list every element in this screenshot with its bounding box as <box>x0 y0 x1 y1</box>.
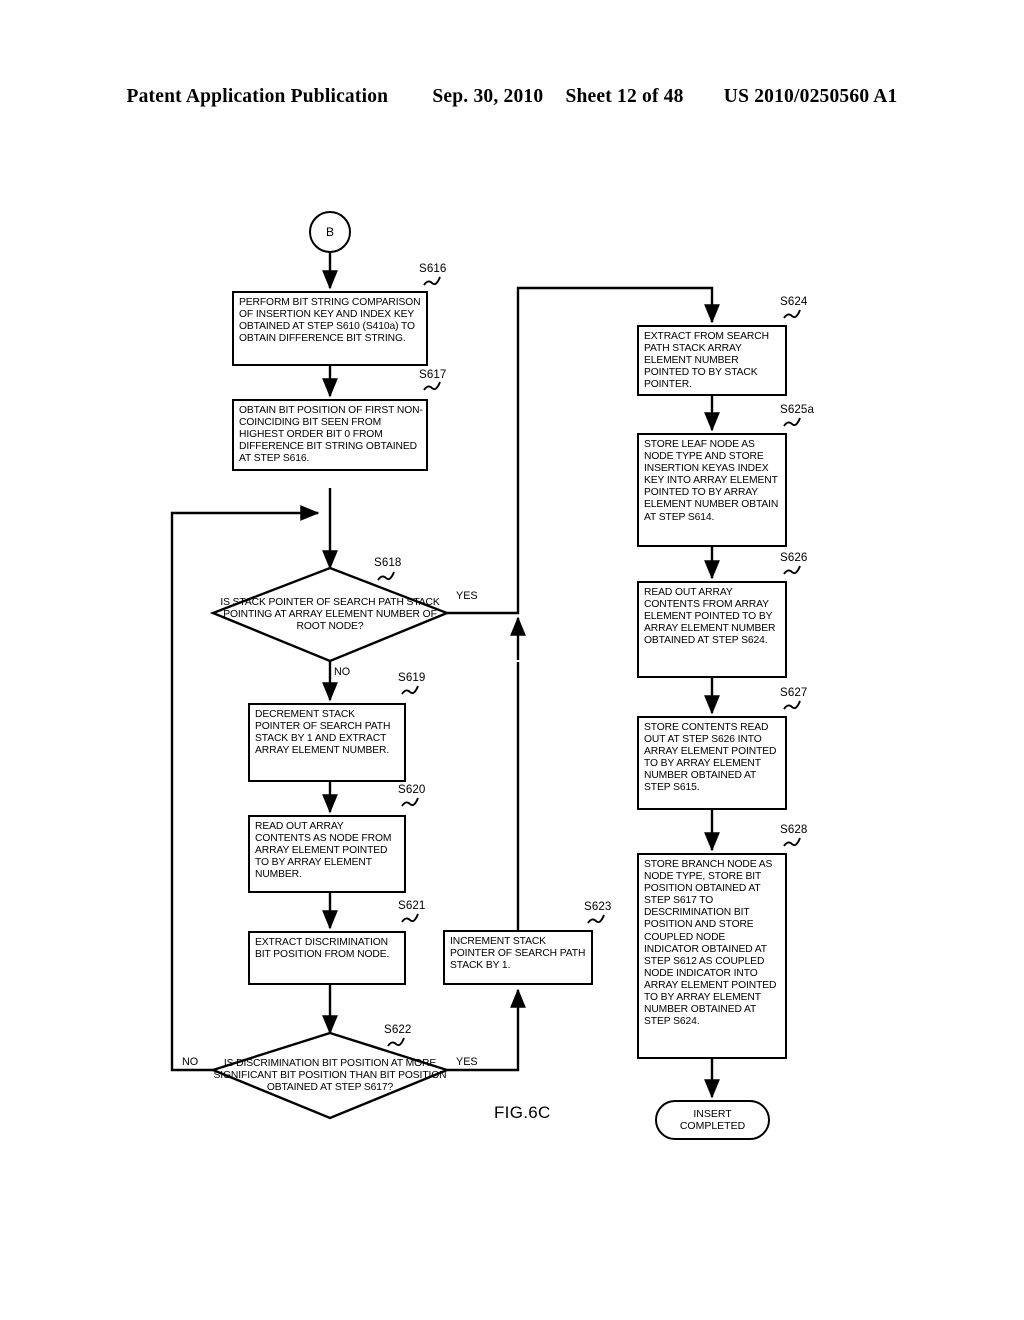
node-s617-text: OBTAIN BIT POSITION OF FIRST NON-COINCID… <box>239 405 423 465</box>
node-s622: IS DISCRIMINATION BIT POSITION AT MORE S… <box>213 1033 447 1118</box>
step-ref-s626: S626 <box>780 551 808 564</box>
branch-label-s622-yes: YES <box>456 1056 478 1068</box>
node-s625a: STORE LEAF NODE AS NODE TYPE AND STORE I… <box>637 433 787 547</box>
step-ref-s618: S618 <box>374 556 402 569</box>
step-ref-s616: S616 <box>419 262 447 275</box>
node-s628: STORE BRANCH NODE AS NODE TYPE, STORE BI… <box>637 853 787 1059</box>
node-s620: READ OUT ARRAY CONTENTS AS NODE FROM ARR… <box>248 815 406 893</box>
node-s616: PERFORM BIT STRING COMPARISON OF INSERTI… <box>232 291 428 366</box>
step-ref-s627: S627 <box>780 686 808 699</box>
node-s619-text: DECREMENT STACK POINTER OF SEARCH PATH S… <box>255 709 391 757</box>
node-s619: DECREMENT STACK POINTER OF SEARCH PATH S… <box>248 703 406 782</box>
node-s627: STORE CONTENTS READ OUT AT STEP S626 INT… <box>637 716 787 810</box>
node-s623-text: INCREMENT STACK POINTER OF SEARCH PATH S… <box>450 936 586 972</box>
node-insert-completed: INSERT COMPLETED <box>655 1100 770 1140</box>
step-ref-s628: S628 <box>780 823 808 836</box>
branch-label-s622-no: NO <box>182 1056 199 1068</box>
node-s616-text: PERFORM BIT STRING COMPARISON OF INSERTI… <box>239 297 421 345</box>
node-s627-text: STORE CONTENTS READ OUT AT STEP S626 INT… <box>644 722 777 794</box>
node-s624-text: EXTRACT FROM SEARCH PATH STACK ARRAY ELE… <box>644 331 769 391</box>
node-s618-text: IS STACK POINTER OF SEARCH PATH STACK PO… <box>220 596 440 632</box>
node-s621: EXTRACT DISCRIMINATION BIT POSITION FROM… <box>248 931 406 985</box>
branch-label-s618-no: NO <box>334 666 351 678</box>
node-s623: INCREMENT STACK POINTER OF SEARCH PATH S… <box>443 930 593 985</box>
node-s622-text: IS DISCRIMINATION BIT POSITION AT MORE S… <box>213 1057 447 1093</box>
connector-b-label: B <box>325 225 334 239</box>
node-s625a-text: STORE LEAF NODE AS NODE TYPE AND STORE I… <box>644 439 779 523</box>
branch-label-s618-yes: YES <box>456 590 478 602</box>
step-ref-s621: S621 <box>398 899 426 912</box>
node-s620-text: READ OUT ARRAY CONTENTS AS NODE FROM ARR… <box>255 821 392 881</box>
step-ref-s619: S619 <box>398 671 426 684</box>
connector-b: B <box>309 211 351 253</box>
node-s628-text: STORE BRANCH NODE AS NODE TYPE, STORE BI… <box>644 859 777 1028</box>
step-ref-s622: S622 <box>384 1023 412 1036</box>
terminator-line-2: COMPLETED <box>679 1120 746 1132</box>
step-ref-s623: S623 <box>584 900 612 913</box>
flowchart-fig-6c: B PERFORM BIT STRING COMPARISON OF INSER… <box>0 0 1024 1320</box>
figure-caption: FIG.6C <box>494 1103 551 1122</box>
step-ref-s617: S617 <box>419 368 447 381</box>
terminator-line-1: INSERT <box>693 1107 732 1120</box>
node-s626: READ OUT ARRAY CONTENTS FROM ARRAY ELEME… <box>637 581 787 678</box>
step-ref-s624: S624 <box>780 295 808 308</box>
step-ref-s620: S620 <box>398 783 426 796</box>
patent-drawing-page: Patent Application Publication Sep. 30, … <box>0 0 1024 1320</box>
node-s626-text: READ OUT ARRAY CONTENTS FROM ARRAY ELEME… <box>644 587 776 647</box>
step-ref-s625a: S625a <box>780 403 815 416</box>
node-s624: EXTRACT FROM SEARCH PATH STACK ARRAY ELE… <box>637 325 787 396</box>
node-s618: IS STACK POINTER OF SEARCH PATH STACK PO… <box>213 568 447 661</box>
node-s621-text: EXTRACT DISCRIMINATION BIT POSITION FROM… <box>255 937 390 961</box>
node-s617: OBTAIN BIT POSITION OF FIRST NON-COINCID… <box>232 399 428 471</box>
